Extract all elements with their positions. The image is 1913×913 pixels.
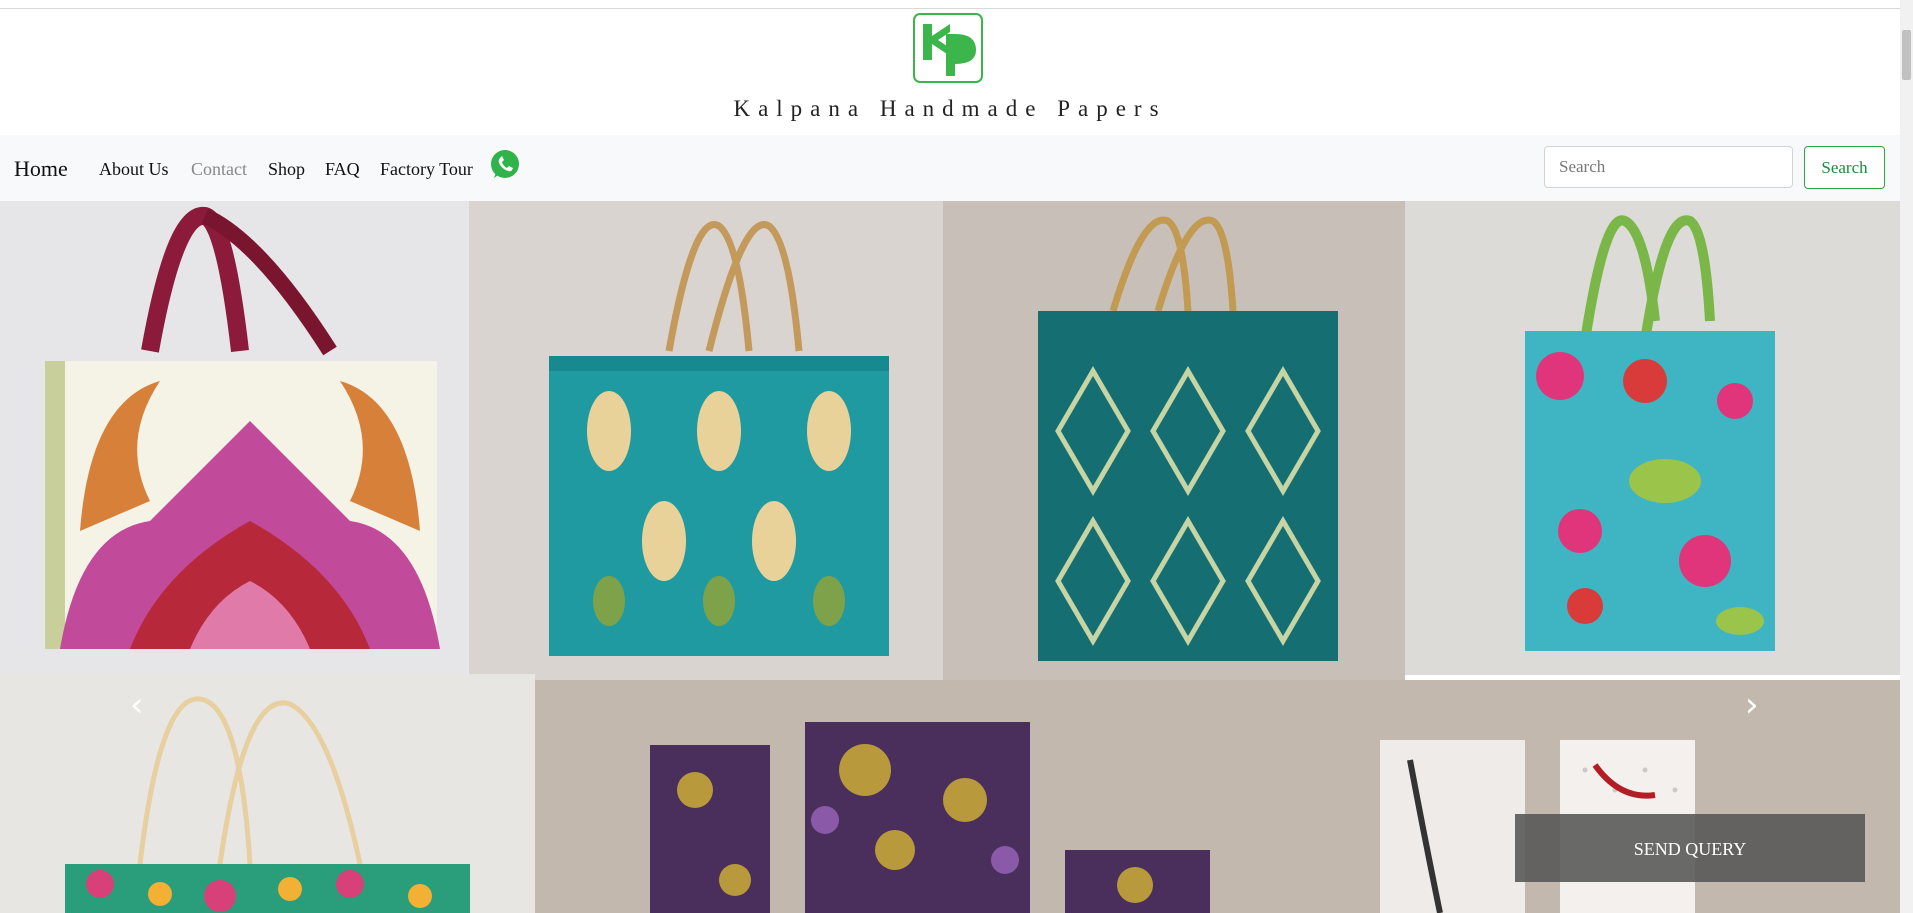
nav-faq[interactable]: FAQ: [325, 159, 360, 180]
carousel-next-arrow[interactable]: ›: [1745, 685, 1759, 725]
multicolor-gift-bag: [0, 674, 535, 913]
nav-contact[interactable]: Contact: [191, 159, 247, 180]
product-paisley-bag[interactable]: [0, 201, 469, 674]
kp-logo-icon[interactable]: [912, 12, 984, 84]
navbar: Home About Us Contact Shop FAQ Factory T…: [0, 135, 1900, 201]
product-teal-ikat-bag[interactable]: [469, 201, 943, 680]
whatsapp-icon[interactable]: [489, 149, 521, 181]
nav-home[interactable]: Home: [14, 156, 68, 182]
nav-factory-tour[interactable]: Factory Tour: [380, 159, 473, 180]
nav-shop[interactable]: Shop: [268, 159, 305, 180]
paisley-print-gift-bag: [0, 201, 469, 674]
search-button[interactable]: Search: [1804, 146, 1885, 189]
search-input[interactable]: [1544, 146, 1793, 188]
top-border: [0, 8, 1900, 9]
teal-ikat-gift-bag: [469, 201, 943, 680]
product-multicolor-bag[interactable]: [0, 674, 535, 913]
nav-about-us[interactable]: About Us: [99, 159, 169, 180]
teal-damask-gift-bag: [943, 201, 1405, 680]
carousel-prev-arrow[interactable]: ‹: [130, 685, 144, 725]
product-floral-bag[interactable]: [1405, 201, 1900, 675]
floral-turquoise-gift-bag: [1405, 201, 1900, 675]
send-query-button[interactable]: SEND QUERY: [1515, 814, 1865, 882]
product-teal-damask-bag[interactable]: [943, 201, 1405, 680]
page-scrollbar[interactable]: [1900, 0, 1913, 913]
brand-name: Kalpana Handmade Papers: [733, 96, 1167, 121]
scrollbar-thumb[interactable]: [1902, 30, 1911, 80]
